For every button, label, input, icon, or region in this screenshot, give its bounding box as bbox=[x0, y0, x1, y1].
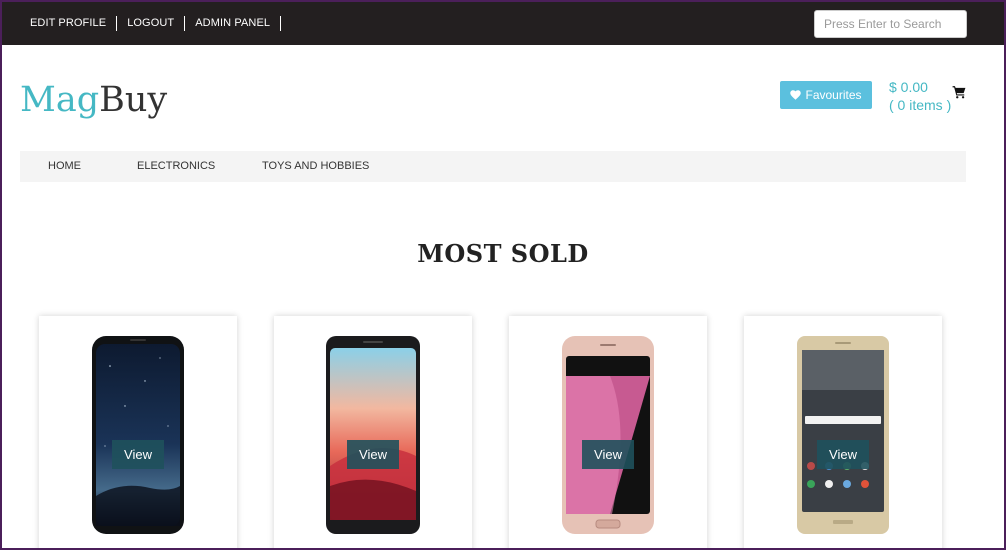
site-logo[interactable]: MagBuy bbox=[20, 80, 167, 120]
top-bar: EDIT PROFILE LOGOUT ADMIN PANEL bbox=[2, 2, 1004, 45]
logo-part-buy: Buy bbox=[99, 80, 168, 120]
edit-profile-link[interactable]: EDIT PROFILE bbox=[20, 15, 116, 31]
cart-items-count: ( 0 items ) bbox=[889, 97, 952, 113]
cart-amount: $ 0.00 bbox=[889, 79, 928, 95]
search-input[interactable] bbox=[814, 10, 967, 38]
view-button[interactable]: View bbox=[582, 440, 634, 469]
category-nav: HOME ELECTRONICS TOYS AND HOBBIES bbox=[20, 151, 966, 182]
product-card[interactable]: View bbox=[509, 316, 707, 548]
favourites-button[interactable]: Favourites bbox=[780, 81, 872, 109]
account-nav: EDIT PROFILE LOGOUT ADMIN PANEL bbox=[20, 15, 282, 31]
logout-link[interactable]: LOGOUT bbox=[117, 15, 184, 31]
view-button[interactable]: View bbox=[112, 440, 164, 469]
product-image bbox=[326, 336, 420, 534]
nav-divider bbox=[280, 15, 282, 31]
heart-icon bbox=[790, 90, 802, 100]
nav-item-electronics[interactable]: ELECTRONICS bbox=[137, 160, 215, 172]
product-image bbox=[797, 336, 889, 534]
nav-item-home[interactable]: HOME bbox=[48, 160, 81, 172]
section-title: MOST SOLD bbox=[417, 239, 589, 268]
favourites-label: Favourites bbox=[805, 88, 862, 102]
admin-panel-link[interactable]: ADMIN PANEL bbox=[185, 15, 280, 31]
product-card[interactable]: View bbox=[744, 316, 942, 548]
product-card[interactable]: View bbox=[274, 316, 472, 548]
cart-summary[interactable]: $ 0.00 ( 0 items ) bbox=[889, 78, 951, 114]
view-button[interactable]: View bbox=[347, 440, 399, 469]
nav-item-toys-and-hobbies[interactable]: TOYS AND HOBBIES bbox=[262, 160, 369, 172]
product-card[interactable]: View bbox=[39, 316, 237, 548]
product-image bbox=[92, 336, 184, 534]
logo-part-mag: Mag bbox=[20, 80, 100, 120]
cart-icon[interactable] bbox=[952, 85, 966, 99]
product-image bbox=[562, 336, 654, 534]
page-frame: EDIT PROFILE LOGOUT ADMIN PANEL MagBuy F… bbox=[0, 0, 1006, 550]
view-button[interactable]: View bbox=[817, 440, 869, 469]
